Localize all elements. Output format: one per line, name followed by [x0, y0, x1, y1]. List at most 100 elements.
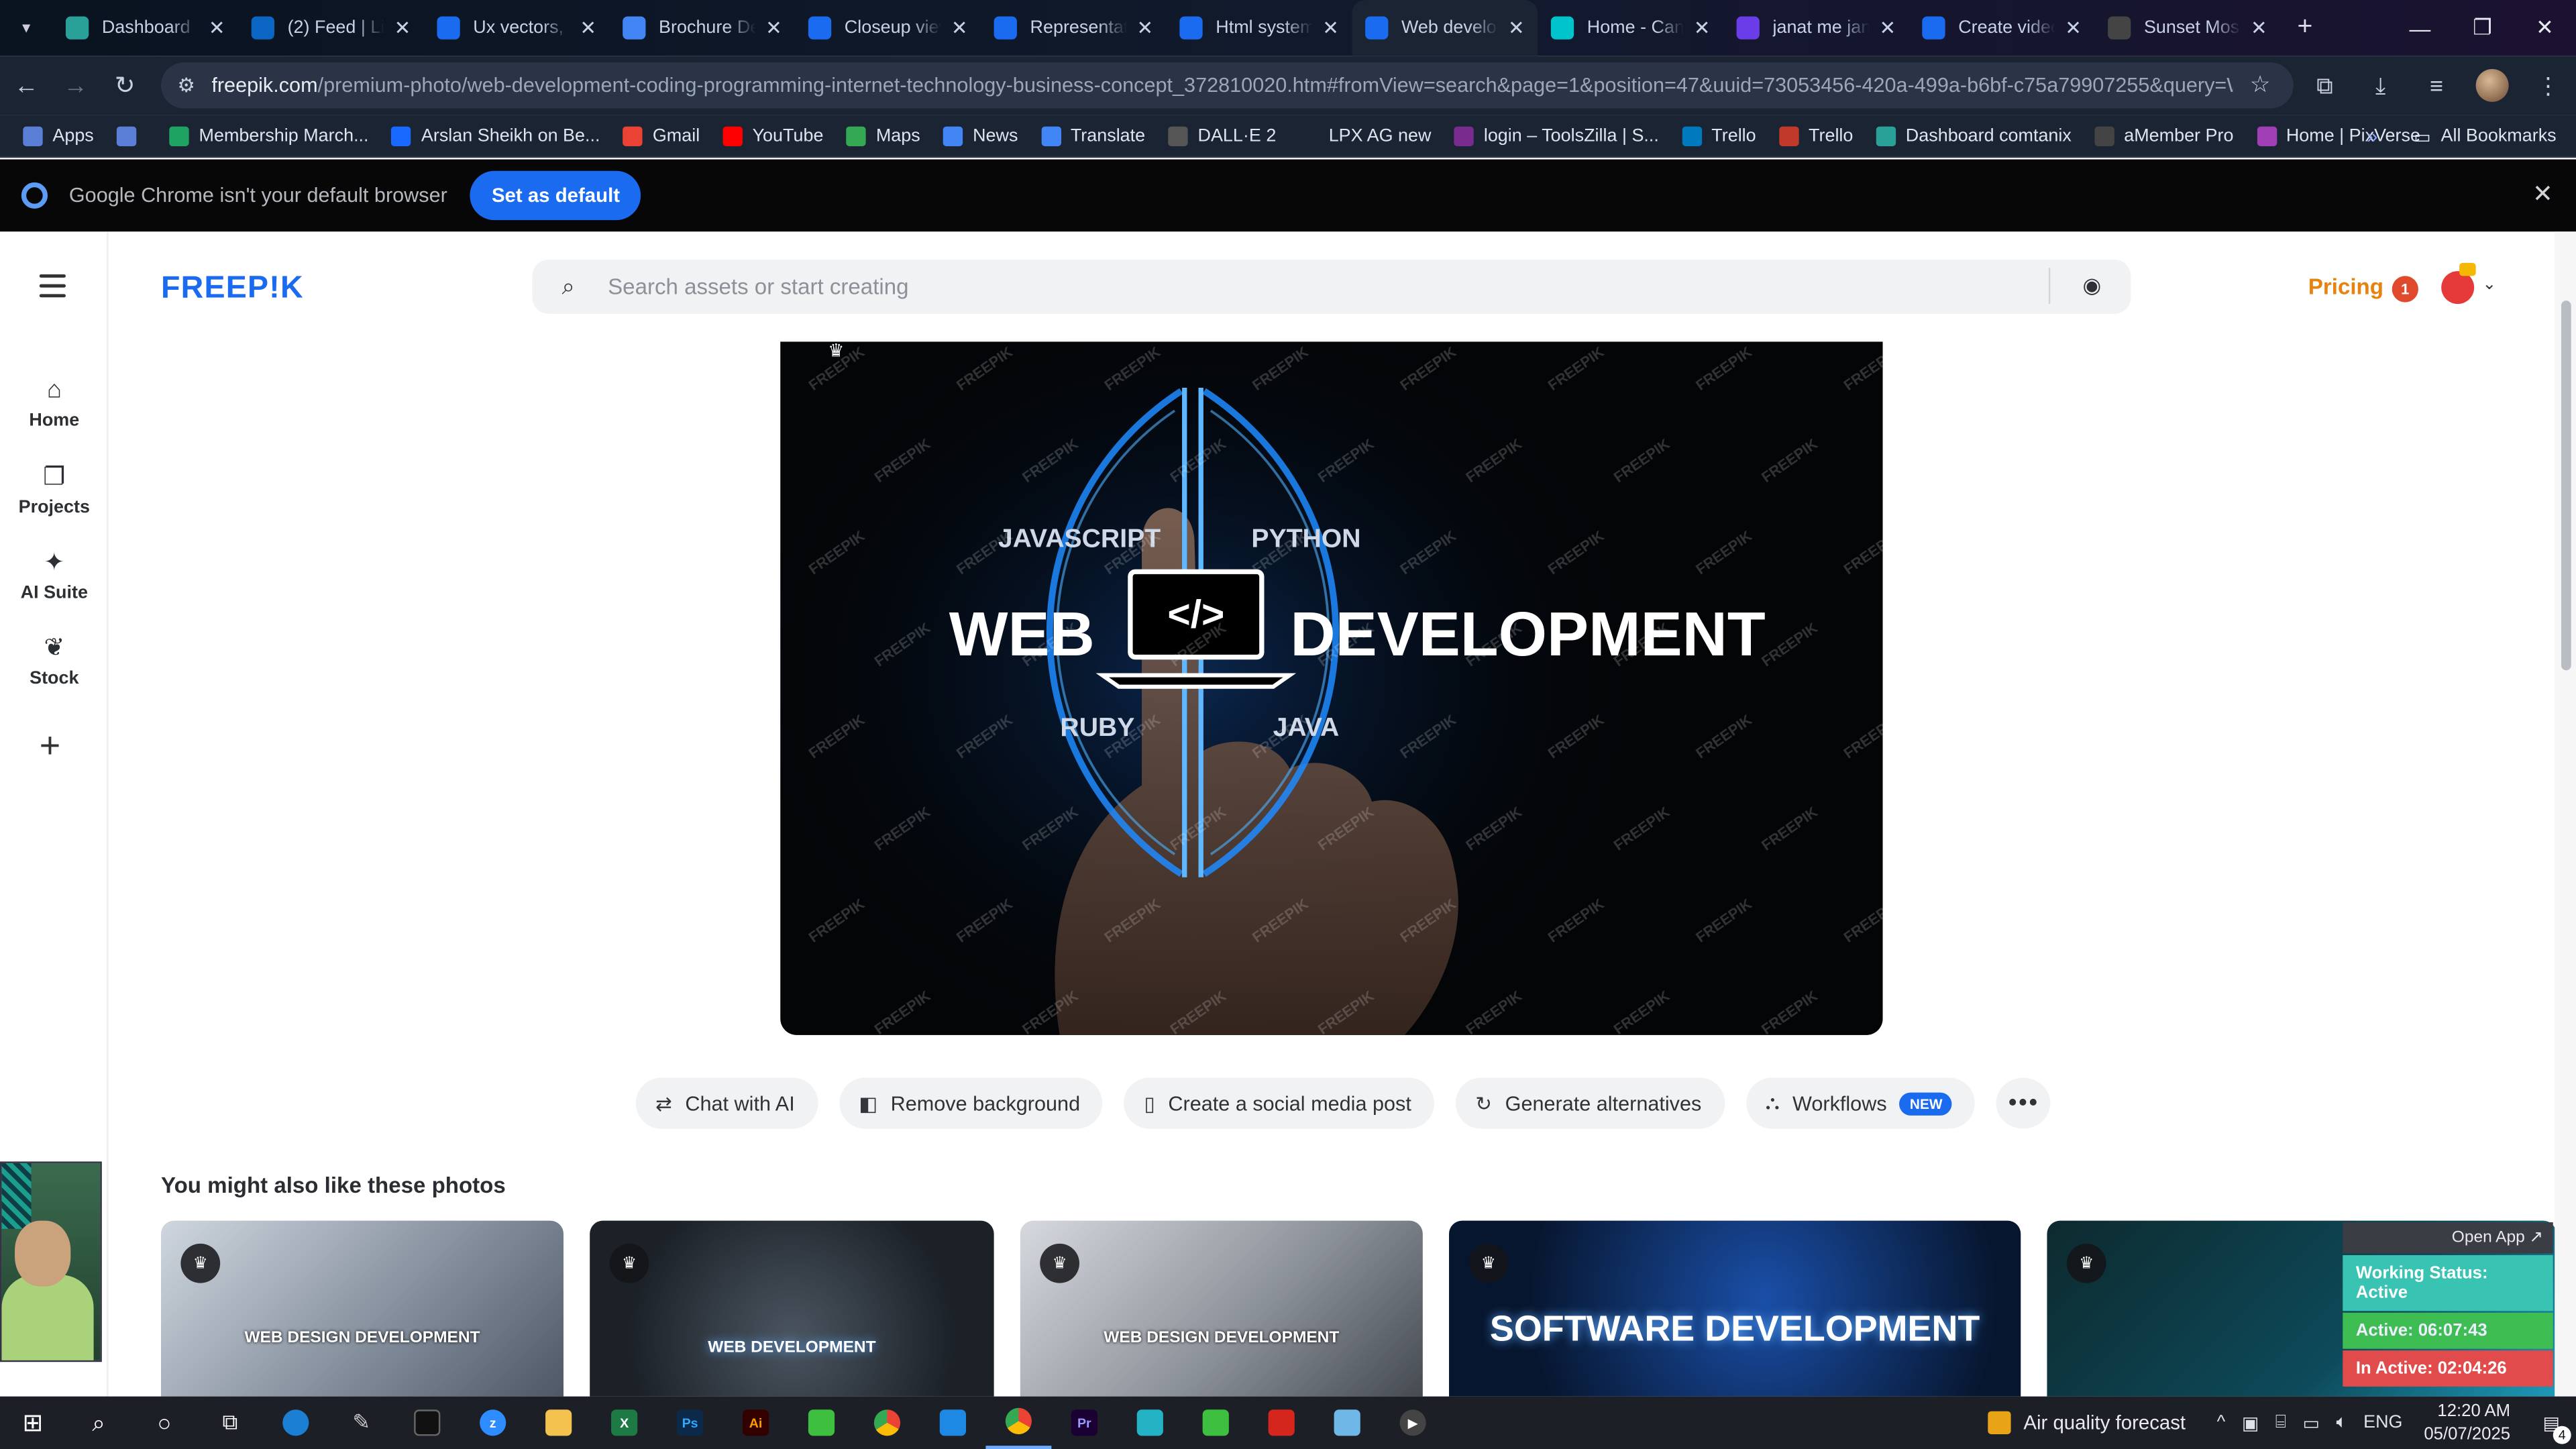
related-thumb-1[interactable]: ♛ WEB DESIGN DEVELOPMENT	[161, 1220, 564, 1397]
green-app-2-icon[interactable]	[1183, 1397, 1248, 1449]
close-tab-icon[interactable]: ✕	[580, 16, 596, 39]
browser-tab[interactable]: Html system ✕	[1167, 0, 1352, 56]
browser-tab[interactable]: Brochure Design ✕	[610, 0, 796, 56]
close-tab-icon[interactable]: ✕	[1694, 16, 1711, 39]
close-window-button[interactable]: ✕	[2514, 0, 2576, 56]
related-thumb-2[interactable]: ♛ WEB DEVELOPMENT	[590, 1220, 994, 1397]
bookmark-item[interactable]: DALL·E 2	[1168, 125, 1276, 146]
more-bookmarks-icon[interactable]: »	[2367, 125, 2377, 148]
media-player-icon[interactable]: ▶	[1380, 1397, 1446, 1449]
browser-tab[interactable]: Sunset Mosque ✕	[2094, 0, 2280, 56]
browser-tab[interactable]: Dashboard ✕	[52, 0, 238, 56]
bookmark-item[interactable]: Gmail	[623, 125, 700, 146]
restore-button[interactable]: ❐	[2451, 0, 2514, 56]
social-post-button[interactable]: ▯ Create a social media post	[1124, 1077, 1435, 1129]
rail-ai-suite[interactable]: ✦ AI Suite	[0, 547, 109, 603]
close-tab-icon[interactable]: ✕	[209, 16, 225, 39]
site-info-icon[interactable]: ⚙	[177, 74, 195, 97]
vscode-icon[interactable]	[920, 1397, 985, 1449]
chevron-down-icon[interactable]: ⌄	[2482, 276, 2496, 294]
remove-background-button[interactable]: ◧ Remove background	[839, 1077, 1104, 1129]
edge-icon[interactable]	[263, 1397, 329, 1449]
pen-icon[interactable]: ✎	[329, 1397, 394, 1449]
close-tab-icon[interactable]: ✕	[394, 16, 411, 39]
tray-chevron-icon[interactable]: ^	[2217, 1413, 2226, 1432]
new-tab-button[interactable]: +	[2280, 0, 2329, 56]
hero-image[interactable]: </> WEB DEVELOPMENT JAVASCRIPT PYTHON RU…	[780, 341, 1883, 1035]
more-options-button[interactable]: •••	[1996, 1077, 2051, 1129]
clock[interactable]: 12:20 AM 05/07/2025	[2424, 1400, 2510, 1446]
freepik-logo[interactable]: FREEP!K	[161, 271, 304, 307]
back-arrow-icon[interactable]: ←	[3, 62, 50, 109]
workflows-button[interactable]: ⛬ Workflows NEW	[1746, 1077, 1976, 1129]
browser-tab[interactable]: Web development ✕	[1352, 0, 1538, 56]
browser-tab[interactable]: janat me jana ✕	[1723, 0, 1909, 56]
browser-tab[interactable]: (2) Feed | LinkedIn ✕	[238, 0, 424, 56]
illustrator-icon[interactable]: Ai	[723, 1397, 789, 1449]
profile-avatar[interactable]	[2475, 68, 2509, 102]
bookmark-item[interactable]: Membership March...	[169, 125, 369, 146]
bookmark-item[interactable]: Trello	[1778, 125, 1853, 146]
close-tab-icon[interactable]: ✕	[1137, 16, 1154, 39]
bookmark-item[interactable]: News	[943, 125, 1018, 146]
close-tab-icon[interactable]: ✕	[951, 16, 968, 39]
excel-icon[interactable]: X	[592, 1397, 657, 1449]
browser-tab[interactable]: Home - Canva ✕	[1538, 0, 1723, 56]
pricing-link[interactable]: Pricing	[2308, 274, 2383, 299]
task-view-icon[interactable]: ⧉	[197, 1397, 263, 1449]
bookmark-item[interactable]: Translate	[1040, 125, 1145, 146]
address-bar[interactable]: ⚙ freepik.com/premium-photo/web-developm…	[161, 62, 2294, 109]
browser-tab[interactable]: Representative ✕	[981, 0, 1167, 56]
bookmark-item[interactable]: YouTube	[722, 125, 823, 146]
close-tab-icon[interactable]: ✕	[1322, 16, 1339, 39]
open-app-link[interactable]: Open App ↗	[2343, 1222, 2553, 1254]
search-bar[interactable]: ⌕ Search assets or start creating ◉	[532, 259, 2131, 314]
set-default-button[interactable]: Set as default	[470, 170, 641, 221]
related-thumb-3[interactable]: ♛ WEB DESIGN DEVELOPMENT	[1020, 1220, 1423, 1397]
cortana-icon[interactable]: ○	[131, 1397, 197, 1449]
extensions-icon[interactable]: ⧉	[2297, 56, 2353, 115]
notification-badge[interactable]: 1	[2392, 276, 2418, 303]
close-tab-icon[interactable]: ✕	[2251, 16, 2267, 39]
chrome-active-icon[interactable]	[985, 1397, 1052, 1449]
downloads-icon[interactable]: ⤓	[2353, 56, 2408, 115]
close-banner-icon[interactable]: ✕	[2532, 179, 2553, 209]
generate-alternatives-button[interactable]: ↻ Generate alternatives	[1456, 1077, 1725, 1129]
add-plus-icon[interactable]: +	[40, 724, 60, 767]
bookmark-item[interactable]: LPX AG new	[1299, 125, 1431, 146]
media-control-icon[interactable]: ≡	[2408, 56, 2464, 115]
chrome-icon[interactable]	[854, 1397, 920, 1449]
wifi-icon[interactable]: ▭	[2302, 1412, 2319, 1433]
rail-projects[interactable]: ❐ Projects	[0, 462, 109, 518]
camera-search-icon[interactable]: ◉	[2082, 273, 2101, 299]
search-icon[interactable]: ⌕	[66, 1397, 131, 1449]
teal-app-icon[interactable]	[1117, 1397, 1183, 1449]
tray-app-icon[interactable]: ▣	[2242, 1412, 2259, 1433]
related-thumb-4[interactable]: ♛ SOFTWARE DEVELOPMENT	[1449, 1220, 2021, 1397]
close-tab-icon[interactable]: ✕	[765, 16, 782, 39]
reload-icon[interactable]: ↻	[102, 62, 148, 109]
close-tab-icon[interactable]: ✕	[1508, 16, 1525, 39]
zoom-icon[interactable]: z	[460, 1397, 526, 1449]
weather-widget[interactable]: Air quality forecast	[1987, 1411, 2186, 1434]
all-bookmarks-link[interactable]: All Bookmarks	[2440, 127, 2556, 146]
notification-center-icon[interactable]: ▤ 4	[2527, 1412, 2576, 1444]
terminal-icon[interactable]	[394, 1397, 460, 1449]
minimize-button[interactable]: —	[2389, 0, 2451, 56]
browser-tab[interactable]: Closeup view ✕	[795, 0, 981, 56]
forward-arrow-icon[interactable]: →	[52, 62, 99, 109]
tab-search-chevron-icon[interactable]: ▾	[0, 0, 52, 56]
start-button[interactable]: ⊞	[0, 1397, 66, 1449]
rail-home[interactable]: ⌂ Home	[0, 376, 109, 431]
close-tab-icon[interactable]: ✕	[2065, 16, 2082, 39]
bookmark-item[interactable]	[117, 125, 146, 146]
bookmark-item[interactable]: Arslan Sheikh on Be...	[391, 125, 600, 146]
menu-hamburger-icon[interactable]	[39, 274, 66, 304]
browser-tab[interactable]: Ux vectors, photos ✕	[424, 0, 610, 56]
file-explorer-icon[interactable]	[526, 1397, 592, 1449]
bookmark-item[interactable]: Dashboard comtanix	[1876, 125, 2072, 146]
bookmark-item[interactable]: Trello	[1682, 125, 1756, 146]
acrobat-icon[interactable]	[1248, 1397, 1314, 1449]
bookmark-item[interactable]: login – ToolsZilla | S...	[1454, 125, 1659, 146]
menu-kebab-icon[interactable]: ⋮	[2520, 56, 2576, 115]
